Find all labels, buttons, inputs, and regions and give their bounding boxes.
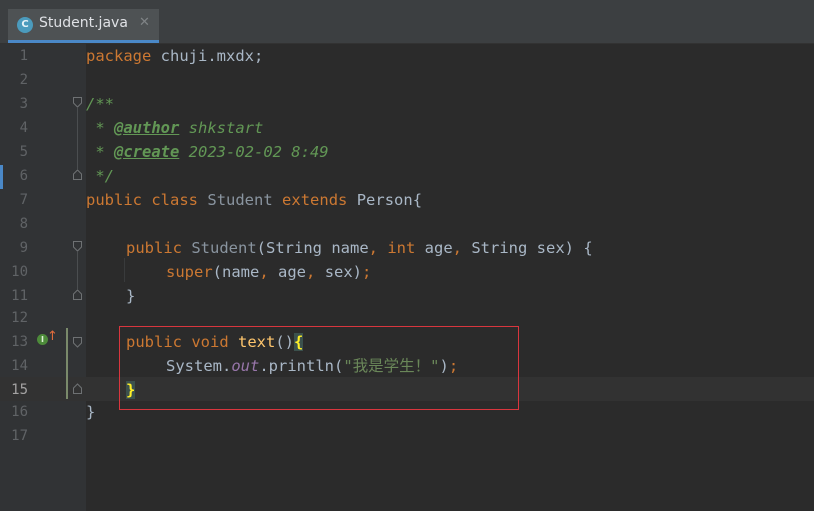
highlight-annotation-box	[119, 326, 519, 410]
tab-label: Student.java	[39, 15, 128, 31]
comma: ,	[452, 239, 463, 257]
comma: ,	[306, 263, 316, 281]
superclass-name: Person{	[356, 191, 423, 209]
package-name: chuji.mxdx;	[151, 47, 264, 65]
close-icon[interactable]: ✕	[139, 15, 150, 30]
line-number[interactable]: 13	[0, 330, 28, 354]
line-number[interactable]: 15	[0, 378, 28, 402]
line-number[interactable]: 3	[0, 92, 28, 116]
params: String sex) {	[462, 239, 593, 257]
doc-comment: *	[86, 143, 114, 161]
constructor-name: Student	[191, 239, 257, 257]
doc-comment: *	[86, 119, 114, 137]
fold-open-icon[interactable]	[73, 97, 82, 108]
keyword: extends	[282, 191, 348, 209]
keyword: package	[86, 47, 152, 65]
editor-tab-bar: C Student.java ✕	[0, 0, 814, 44]
doc-comment: shkstart	[179, 119, 264, 137]
args: sex)	[315, 263, 363, 281]
class-name: Student	[207, 191, 273, 209]
code-line-10[interactable]: super(name, age, sex);	[166, 260, 371, 284]
keyword: public	[86, 191, 142, 209]
code-line-16[interactable]: }	[86, 400, 95, 424]
params: age	[415, 239, 453, 257]
keyword: public	[126, 239, 182, 257]
doc-tag: @create	[114, 143, 180, 161]
line-number[interactable]: 2	[0, 68, 28, 92]
keyword: super	[166, 263, 213, 281]
line-number[interactable]: 17	[0, 424, 28, 448]
tab-student-java[interactable]: C Student.java ✕	[8, 9, 159, 43]
code-line-5[interactable]: * @create 2023-02-02 8:49	[86, 140, 329, 164]
keyword: class	[151, 191, 199, 209]
line-number[interactable]: 16	[0, 400, 28, 424]
line-number[interactable]: 9	[0, 236, 28, 260]
line-number[interactable]: 11	[0, 284, 28, 308]
code-line-4[interactable]: * @author shkstart	[86, 116, 263, 140]
doc-tag: @author	[114, 119, 180, 137]
closing-brace: }	[126, 287, 136, 305]
doc-comment: 2023-02-02 8:49	[179, 143, 329, 161]
closing-brace: }	[86, 403, 96, 421]
indent-guide	[124, 258, 125, 282]
line-number[interactable]: 10	[0, 260, 28, 284]
line-number[interactable]: 1	[0, 44, 28, 68]
java-class-icon: C	[17, 17, 33, 33]
args: age	[268, 263, 307, 281]
fold-guide	[77, 108, 78, 169]
keyword: int	[387, 239, 416, 257]
fold-guide	[77, 252, 78, 289]
code-line-3[interactable]: /**	[86, 92, 114, 116]
doc-comment: */	[86, 167, 114, 185]
fold-close-icon[interactable]	[73, 383, 82, 394]
doc-comment: /**	[86, 95, 114, 113]
line-number[interactable]: 5	[0, 140, 28, 164]
vcs-change-marker	[66, 328, 68, 399]
comma: ,	[259, 263, 269, 281]
code-line-7[interactable]: public class Student extends Person{	[86, 188, 422, 212]
fold-open-icon[interactable]	[73, 337, 82, 348]
fold-open-icon[interactable]	[73, 241, 82, 252]
code-line-9[interactable]: public Student(String name, int age, Str…	[126, 236, 593, 260]
code-line-11[interactable]: }	[126, 284, 135, 308]
code-line-1[interactable]: package chuji.mxdx;	[86, 44, 263, 68]
line-number[interactable]: 12	[0, 306, 28, 330]
params: (String name	[256, 239, 369, 257]
comma: ,	[368, 239, 378, 257]
semicolon: ;	[362, 263, 372, 281]
args: (name	[212, 263, 260, 281]
line-number[interactable]: 7	[0, 188, 28, 212]
line-number[interactable]: 8	[0, 212, 28, 236]
line-number[interactable]: 6	[0, 164, 28, 188]
fold-close-icon[interactable]	[73, 289, 82, 300]
up-arrow-icon: ↑	[47, 329, 58, 344]
fold-close-icon[interactable]	[73, 169, 82, 180]
line-number[interactable]: 14	[0, 354, 28, 378]
code-line-6[interactable]: */	[86, 164, 114, 188]
line-number[interactable]: 4	[0, 116, 28, 140]
